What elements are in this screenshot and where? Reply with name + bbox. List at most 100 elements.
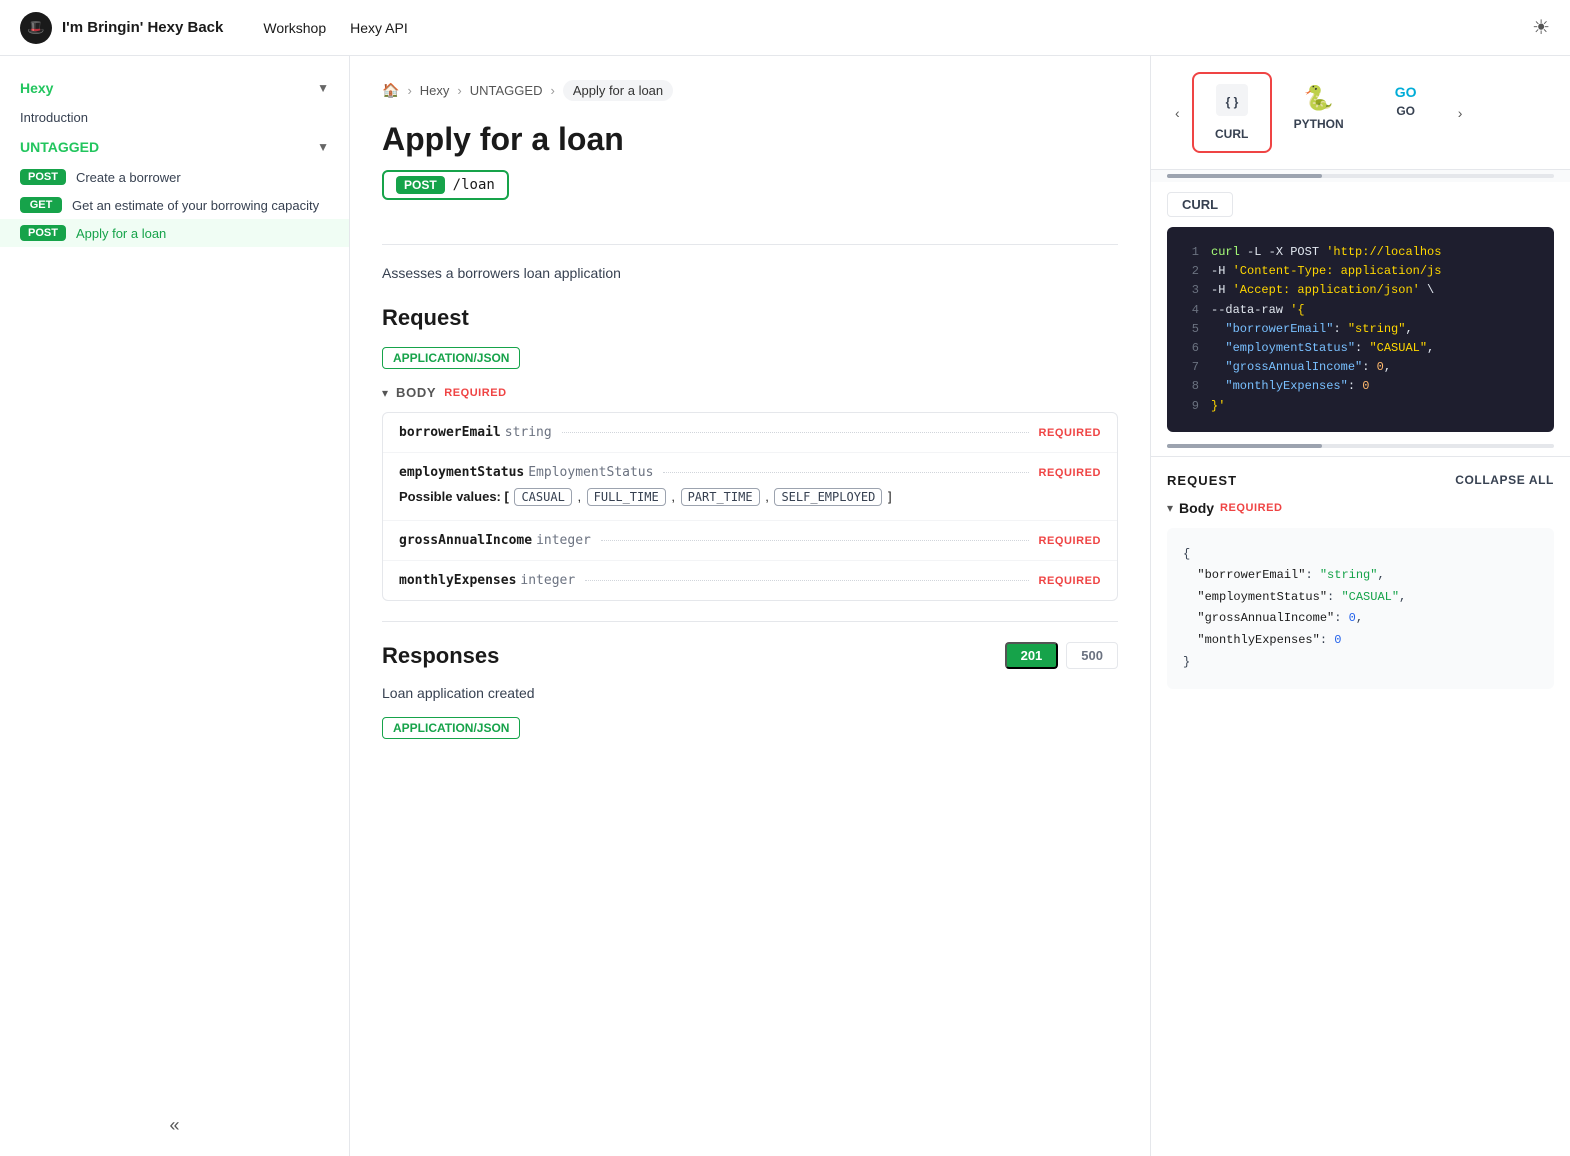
comma-1: , bbox=[577, 489, 584, 504]
nav-right: ☀ bbox=[1532, 15, 1550, 40]
field-divider-3 bbox=[601, 540, 1029, 541]
line-num-7: 7 bbox=[1183, 358, 1199, 377]
request-panel-header: REQUEST COLLAPSE ALL bbox=[1167, 473, 1554, 488]
breadcrumb-hexy[interactable]: Hexy bbox=[420, 83, 450, 98]
nav-links: Workshop Hexy API bbox=[263, 20, 407, 36]
bracket-close: ] bbox=[888, 489, 892, 504]
field-divider-2 bbox=[663, 472, 1028, 473]
python-tab-label: PYTHON bbox=[1294, 117, 1344, 131]
line-content-1: curl -L -X POST 'http://localhos bbox=[1211, 243, 1441, 262]
code-line-9: 9 }' bbox=[1183, 397, 1538, 416]
field-divider-4 bbox=[585, 580, 1028, 581]
main-content: 🏠 › Hexy › UNTAGGED › Apply for a loan A… bbox=[350, 56, 1150, 1156]
field-type-monthly-expenses: integer bbox=[520, 573, 575, 588]
nav-hexy-api[interactable]: Hexy API bbox=[350, 20, 408, 36]
body-label: BODY bbox=[396, 385, 436, 400]
lang-tab-python[interactable]: 🐍 PYTHON bbox=[1276, 72, 1362, 153]
response-code-500[interactable]: 500 bbox=[1066, 642, 1118, 669]
scroll-right-button[interactable]: › bbox=[1450, 72, 1471, 153]
home-icon[interactable]: 🏠 bbox=[382, 82, 399, 99]
field-divider bbox=[562, 432, 1029, 433]
response-codes: 201 500 bbox=[1005, 642, 1118, 669]
body-section-header[interactable]: ▾ Body REQUIRED bbox=[1167, 500, 1554, 516]
lang-tab-go[interactable]: GO GO bbox=[1366, 72, 1446, 153]
code-line-5: 5 "borrowerEmail": "string", bbox=[1183, 320, 1538, 339]
json-preview: { "borrowerEmail": "string", "employment… bbox=[1167, 528, 1554, 690]
possible-values: Possible values: [ CASUAL , FULL_TIME , … bbox=[399, 486, 1101, 508]
sidebar: Hexy ▼ Introduction UNTAGGED ▼ POST Crea… bbox=[0, 56, 350, 1156]
post-badge-create: POST bbox=[20, 169, 66, 185]
lang-tabs: ‹ { } CURL 🐍 PYTHON GO GO bbox=[1167, 72, 1554, 153]
content-type-badge[interactable]: APPLICATION/JSON bbox=[382, 347, 520, 369]
lang-tab-curl[interactable]: { } CURL bbox=[1192, 72, 1272, 153]
line-num-5: 5 bbox=[1183, 320, 1199, 339]
response-description: Loan application created bbox=[382, 685, 1118, 701]
code-block: 1 curl -L -X POST 'http://localhos 2 -H … bbox=[1167, 227, 1554, 432]
response-content-type-badge[interactable]: APPLICATION/JSON bbox=[382, 717, 520, 739]
line-content-9: }' bbox=[1211, 397, 1225, 416]
code-line-2: 2 -H 'Content-Type: application/js bbox=[1183, 262, 1538, 281]
code-scroll-area bbox=[1151, 440, 1570, 456]
code-line-3: 3 -H 'Accept: application/json' \ bbox=[1183, 281, 1538, 300]
possible-values-label: Possible values: [ bbox=[399, 489, 509, 504]
sidebar-item-create-borrower[interactable]: POST Create a borrower bbox=[0, 163, 349, 191]
logo-icon: 🎩 bbox=[20, 12, 52, 44]
field-row-employment-status: employmentStatus EmploymentStatus REQUIR… bbox=[383, 453, 1117, 521]
response-code-201[interactable]: 201 bbox=[1005, 642, 1059, 669]
scroll-left-button[interactable]: ‹ bbox=[1167, 72, 1188, 153]
page-title: Apply for a loan bbox=[382, 121, 1118, 158]
request-label: REQUEST bbox=[1167, 473, 1237, 488]
line-num-2: 2 bbox=[1183, 262, 1199, 281]
collapse-all-button[interactable]: COLLAPSE ALL bbox=[1455, 473, 1554, 487]
field-required-gross-income: REQUIRED bbox=[1039, 535, 1101, 547]
request-section-title: Request bbox=[382, 305, 1118, 331]
breadcrumb-apply-loan[interactable]: Apply for a loan bbox=[563, 80, 673, 101]
code-line-1: 1 curl -L -X POST 'http://localhos bbox=[1183, 243, 1538, 262]
comma-3: , bbox=[765, 489, 772, 504]
code-scroll-thumb bbox=[1167, 444, 1322, 448]
theme-toggle-icon[interactable]: ☀ bbox=[1532, 17, 1550, 39]
line-num-6: 6 bbox=[1183, 339, 1199, 358]
field-row-gross-income: grossAnnualIncome integer REQUIRED bbox=[383, 521, 1117, 561]
sidebar-item-estimate-text: Get an estimate of your borrowing capaci… bbox=[72, 198, 319, 213]
fields-container: borrowerEmail string REQUIRED employment… bbox=[382, 412, 1118, 601]
code-line-6: 6 "employmentStatus": "CASUAL", bbox=[1183, 339, 1538, 358]
sidebar-section-title: Hexy bbox=[20, 80, 53, 96]
breadcrumb-sep-1: › bbox=[407, 83, 411, 98]
body-header[interactable]: ▾ BODY REQUIRED bbox=[382, 385, 1118, 400]
breadcrumb-untagged[interactable]: UNTAGGED bbox=[470, 83, 543, 98]
sidebar-item-get-estimate[interactable]: GET Get an estimate of your borrowing ca… bbox=[0, 191, 349, 219]
sidebar-chevron-icon: ▼ bbox=[317, 81, 329, 95]
sidebar-item-apply-loan[interactable]: POST Apply for a loan bbox=[0, 219, 349, 247]
sidebar-collapse-button[interactable]: « bbox=[169, 1115, 179, 1136]
get-badge-estimate: GET bbox=[20, 197, 62, 213]
divider-2 bbox=[382, 621, 1118, 622]
value-tag-self-employed: SELF_EMPLOYED bbox=[774, 488, 882, 506]
nav-brand-name: I'm Bringin' Hexy Back bbox=[62, 19, 223, 36]
nav-workshop[interactable]: Workshop bbox=[263, 20, 326, 36]
sidebar-intro-item[interactable]: Introduction bbox=[0, 104, 349, 131]
scroll-thumb bbox=[1167, 174, 1322, 178]
responses-header: Responses 201 500 bbox=[382, 642, 1118, 669]
endpoint-method: POST bbox=[396, 176, 445, 194]
line-content-3: -H 'Accept: application/json' \ bbox=[1211, 281, 1434, 300]
body-required-badge: REQUIRED bbox=[444, 387, 506, 399]
value-tag-casual: CASUAL bbox=[514, 488, 571, 506]
body-collapse-icon: ▾ bbox=[382, 386, 388, 400]
curl-label-area: CURL bbox=[1151, 182, 1570, 227]
line-num-1: 1 bbox=[1183, 243, 1199, 262]
sidebar-untagged-chevron: ▼ bbox=[317, 140, 329, 154]
page-description: Assesses a borrowers loan application bbox=[382, 265, 1118, 281]
line-content-5: "borrowerEmail": "string", bbox=[1211, 320, 1413, 339]
sidebar-item-loan-text: Apply for a loan bbox=[76, 226, 166, 241]
sidebar-hexy-section[interactable]: Hexy ▼ bbox=[0, 72, 349, 104]
right-panel: ‹ { } CURL 🐍 PYTHON GO GO bbox=[1150, 56, 1570, 1156]
request-panel: REQUEST COLLAPSE ALL ▾ Body REQUIRED { "… bbox=[1151, 456, 1570, 706]
line-content-6: "employmentStatus": "CASUAL", bbox=[1211, 339, 1434, 358]
curl-icon: { } bbox=[1216, 84, 1248, 123]
line-num-9: 9 bbox=[1183, 397, 1199, 416]
code-line-8: 8 "monthlyExpenses": 0 bbox=[1183, 377, 1538, 396]
post-badge-loan: POST bbox=[20, 225, 66, 241]
sidebar-untagged-section[interactable]: UNTAGGED ▼ bbox=[0, 131, 349, 163]
line-content-7: "grossAnnualIncome": 0, bbox=[1211, 358, 1391, 377]
